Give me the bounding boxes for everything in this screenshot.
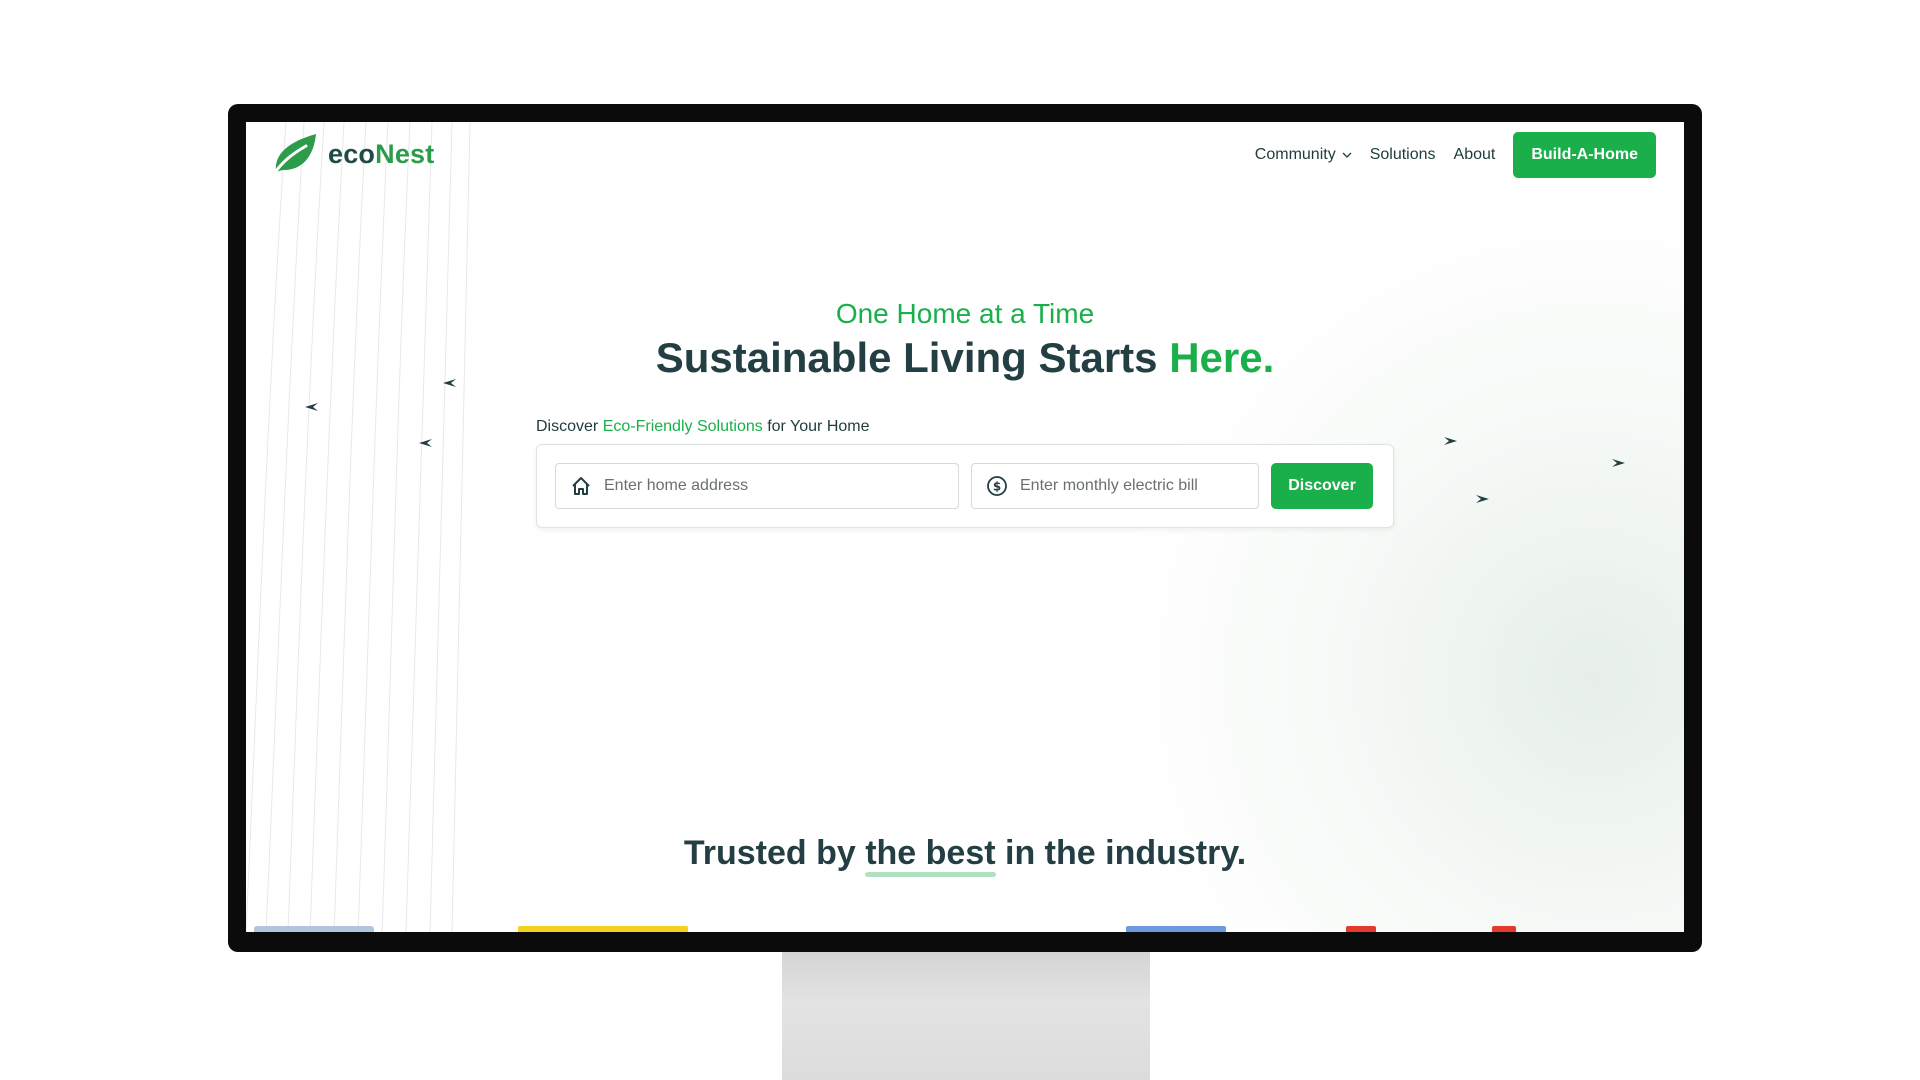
electric-bill-field[interactable]: $ xyxy=(971,463,1259,509)
home-icon xyxy=(570,475,592,497)
discover-label-end: for Your Home xyxy=(762,418,870,435)
discover-label-start: Discover xyxy=(536,418,603,435)
main-nav: Community Solutions About Build-A-Home xyxy=(1255,132,1656,178)
discover-button[interactable]: Discover xyxy=(1271,463,1373,509)
address-field[interactable] xyxy=(555,463,959,509)
brand-logo[interactable]: ecoNest xyxy=(270,132,434,176)
partner-logo xyxy=(1126,926,1226,932)
discover-label: Discover Eco-Friendly Solutions for Your… xyxy=(536,418,870,436)
partner-logo xyxy=(518,926,688,932)
discover-form: $ Discover xyxy=(536,444,1394,528)
hero-section: One Home at a Time Sustainable Living St… xyxy=(246,298,1684,382)
nav-solutions[interactable]: Solutions xyxy=(1370,146,1436,164)
monitor-frame: ecoNest Community Solutions About Build-… xyxy=(228,104,1702,952)
browser-viewport: ecoNest Community Solutions About Build-… xyxy=(246,122,1684,932)
chevron-down-icon xyxy=(1342,152,1352,158)
partner-logo xyxy=(254,926,374,932)
partner-logo xyxy=(1492,926,1516,932)
bird-icon xyxy=(305,403,318,411)
trusted-part2: in the industry. xyxy=(995,834,1247,872)
discover-label-accent: Eco-Friendly Solutions xyxy=(602,418,763,435)
leaf-icon xyxy=(272,134,316,176)
hero-headline: Sustainable Living Starts Here. xyxy=(246,334,1684,382)
headline-accent: Here. xyxy=(1169,334,1275,381)
electric-bill-input[interactable] xyxy=(1018,476,1242,496)
brand-prefix: eco xyxy=(328,138,376,169)
monitor-stand xyxy=(782,952,1150,1080)
background-glow xyxy=(1104,182,1684,932)
trusted-part1: Trusted by xyxy=(683,834,866,872)
nav-about[interactable]: About xyxy=(1454,146,1496,164)
trusted-heading: Trusted by the best in the industry. xyxy=(246,834,1684,877)
trusted-highlight: the best xyxy=(865,834,996,877)
headline-main: Sustainable Living Starts xyxy=(655,334,1170,381)
build-a-home-button[interactable]: Build-A-Home xyxy=(1513,132,1656,178)
nav-community[interactable]: Community xyxy=(1255,146,1352,164)
hero-tagline: One Home at a Time xyxy=(835,298,1095,329)
svg-text:$: $ xyxy=(993,480,1001,494)
decorative-lines xyxy=(246,122,471,932)
bird-icon xyxy=(419,439,432,447)
dollar-icon: $ xyxy=(986,475,1008,497)
bird-icon xyxy=(1612,459,1625,467)
address-input[interactable] xyxy=(602,476,906,496)
brand-name: ecoNest xyxy=(328,139,434,170)
brand-suffix: Nest xyxy=(375,138,435,169)
bird-icon xyxy=(1444,437,1457,445)
partner-logos-strip xyxy=(246,922,1684,932)
nav-community-label: Community xyxy=(1254,146,1336,163)
partner-logo xyxy=(1346,926,1376,932)
bird-icon xyxy=(1476,495,1489,503)
